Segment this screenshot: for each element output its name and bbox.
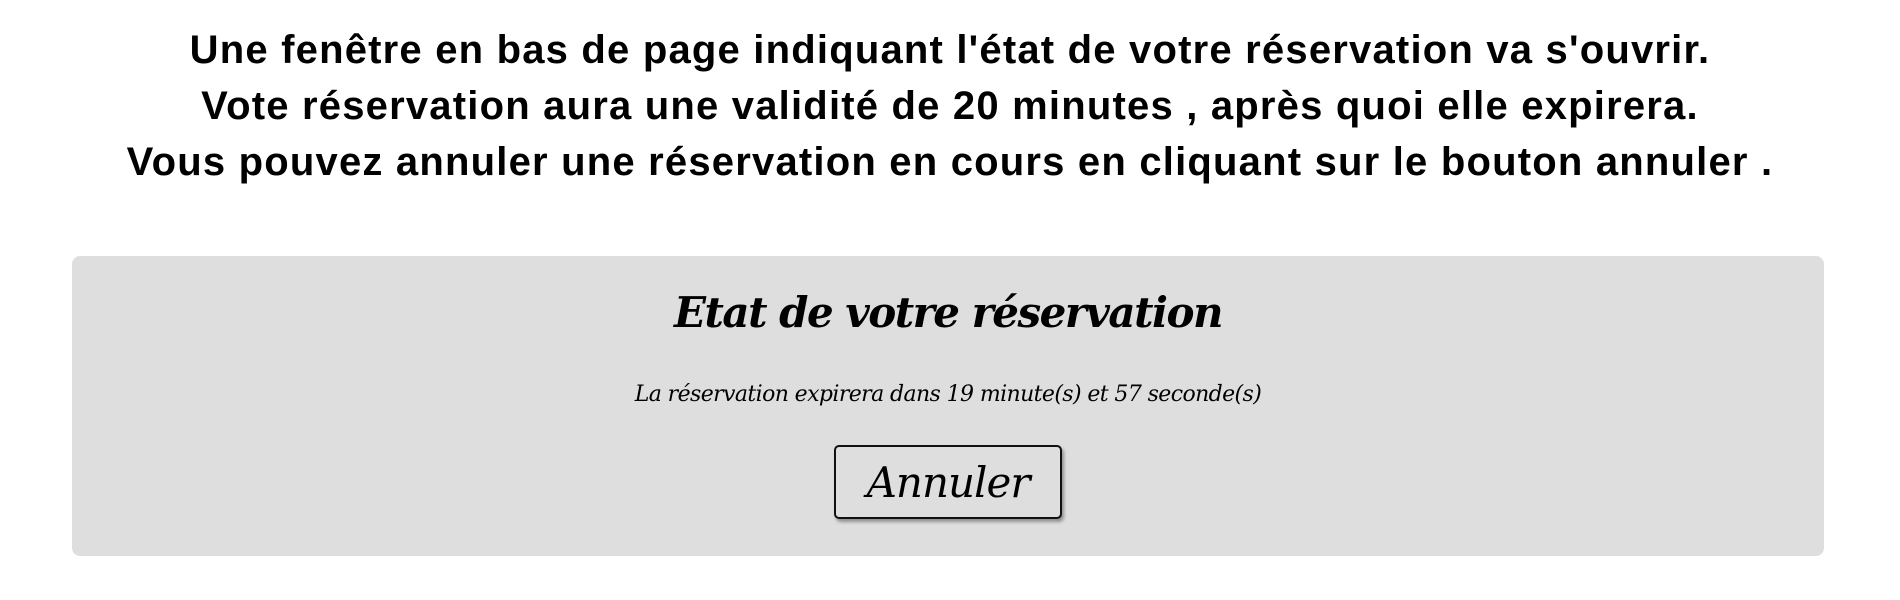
panel-title: Etat de votre réservation bbox=[673, 288, 1224, 337]
cancel-reservation-button[interactable]: Annuler bbox=[834, 445, 1062, 519]
reservation-status-panel: Etat de votre réservation La réservation… bbox=[72, 256, 1824, 556]
instruction-line-2: Vote réservation aura une validité de 20… bbox=[201, 84, 1699, 128]
instruction-line-1: Une fenêtre en bas de page indiquant l'é… bbox=[189, 28, 1711, 72]
instructions-block: Une fenêtre en bas de page indiquant l'é… bbox=[0, 22, 1900, 190]
instruction-line-3: Vous pouvez annuler une réservation en c… bbox=[126, 140, 1774, 184]
expiration-countdown: La réservation expirera dans 19 minute(s… bbox=[634, 382, 1262, 407]
